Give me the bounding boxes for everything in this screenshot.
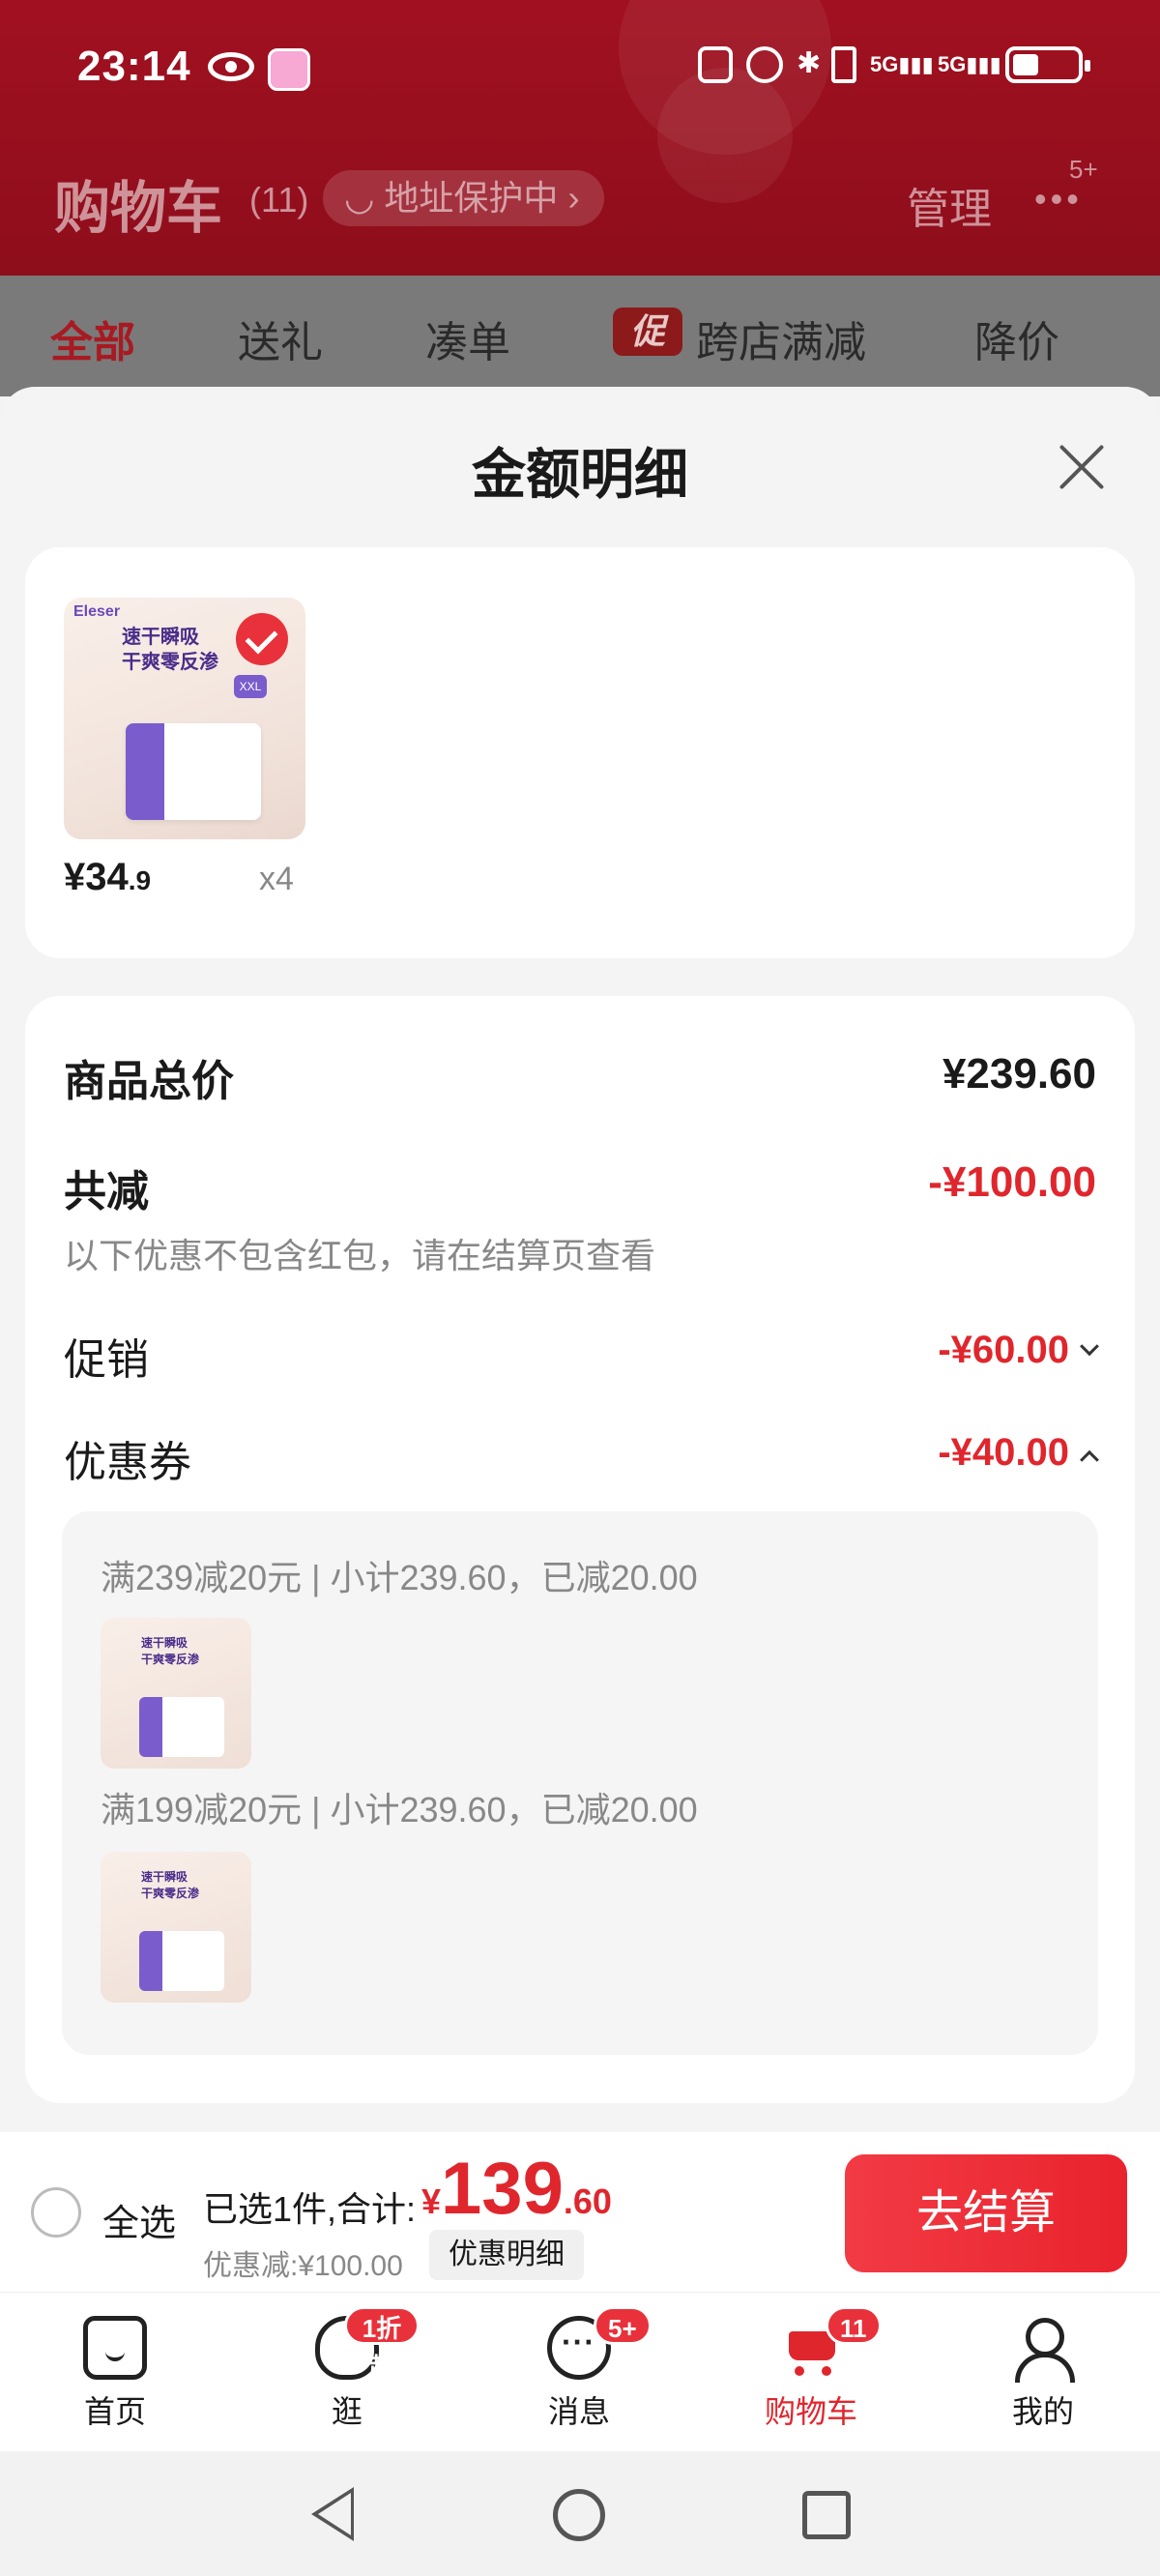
- alarm-icon: [746, 46, 783, 83]
- back-icon[interactable]: [311, 2487, 354, 2541]
- chevron-down-icon: [1080, 1336, 1099, 1357]
- nav-browse[interactable]: 逛 1折起: [275, 2306, 420, 2432]
- total-reduce-value: -¥100.00: [928, 1158, 1096, 1206]
- promo-value: -¥60.00: [938, 1329, 1069, 1371]
- select-all-label[interactable]: 全选: [102, 2193, 176, 2246]
- chevron-right-icon: ›: [567, 178, 580, 218]
- nav-home[interactable]: 首页: [43, 2316, 188, 2432]
- page-title: 购物车: [54, 177, 223, 240]
- product-price: ¥34.9: [64, 856, 152, 898]
- signal-icon: 5G▮▮▮: [938, 52, 1001, 76]
- bluetooth-icon: ✱: [797, 47, 822, 79]
- cart-count: (11): [249, 180, 309, 220]
- promo-tag: 促: [613, 307, 682, 356]
- chevron-up-icon: [1080, 1450, 1099, 1470]
- signal-icon: 5G▮▮▮: [870, 52, 934, 76]
- coupon-value: -¥40.00: [938, 1431, 1069, 1474]
- tab-all[interactable]: 全部: [50, 307, 135, 369]
- close-icon[interactable]: [1056, 441, 1108, 493]
- system-icons: ✱ 5G▮▮▮ 5G▮▮▮: [698, 46, 1090, 83]
- coupon-product-image: 速干瞬吸 干爽零反渗: [101, 1852, 251, 2003]
- vibrate-icon: [831, 46, 856, 83]
- product-image[interactable]: Eleser 速干瞬吸 干爽零反渗 XXL: [64, 598, 305, 839]
- nav-messages[interactable]: 消息 5+: [507, 2306, 652, 2432]
- coupon-label: 优惠券: [64, 1439, 191, 1486]
- sheet-title: 金额明细: [472, 444, 688, 505]
- tab-price-drop[interactable]: 降价: [974, 307, 1059, 369]
- message-badge: 5+: [594, 2306, 652, 2345]
- coupon-product-image: 速干瞬吸 干爽零反渗: [101, 1618, 251, 1769]
- selected-summary: 已选1件,合计:: [203, 2189, 417, 2229]
- app-notification-icon: [268, 48, 310, 91]
- goods-total-value: ¥239.60: [942, 1050, 1096, 1098]
- tab-cross-store[interactable]: 促跨店满减: [613, 307, 866, 369]
- recent-apps-icon[interactable]: [802, 2491, 851, 2539]
- eye-icon: [208, 52, 254, 81]
- status-time: 23:14: [77, 43, 191, 90]
- total-price: ¥139.60: [421, 2148, 612, 2230]
- product-package: [126, 723, 261, 820]
- profile-icon: [1011, 2316, 1075, 2383]
- cart-badge: 11: [826, 2306, 882, 2345]
- checkout-button[interactable]: 去结算: [845, 2154, 1127, 2272]
- browse-badge: 1折起: [344, 2306, 420, 2382]
- check-icon: [236, 613, 288, 665]
- goods-total-label: 商品总价: [64, 1058, 234, 1105]
- more-icon[interactable]: •••: [1034, 182, 1102, 217]
- reduce-note: 以下优惠不包含红包，请在结算页查看: [64, 1236, 656, 1275]
- product-brand: Eleser: [73, 603, 121, 620]
- nfc-icon: [698, 46, 733, 83]
- home-icon: [83, 2316, 147, 2380]
- status-bar: 23:14 ✱ 5G▮▮▮ 5G▮▮▮: [0, 0, 1160, 145]
- tab-gift[interactable]: 送礼: [238, 307, 323, 369]
- battery-icon: [1005, 46, 1090, 83]
- tab-bundle[interactable]: 凑单: [425, 307, 510, 369]
- nav-cart[interactable]: 购物车 11: [739, 2306, 884, 2432]
- address-protect-pill[interactable]: ◡ 地址保护中 ›: [323, 170, 605, 226]
- product-quantity: x4: [259, 861, 294, 897]
- total-reduce-label: 共减: [64, 1168, 149, 1215]
- product-size-tag: XXL: [234, 675, 267, 698]
- home-button-icon[interactable]: [553, 2489, 605, 2541]
- promo-label: 促销: [64, 1336, 149, 1384]
- nav-profile[interactable]: 我的: [971, 2316, 1116, 2432]
- smile-icon: ◡: [344, 178, 375, 218]
- coupon-line: 满239减20元 | 小计239.60，已减20.00: [101, 1558, 698, 1597]
- select-all-radio[interactable]: [31, 2187, 81, 2238]
- manage-button[interactable]: 管理: [907, 174, 992, 236]
- coupon-row[interactable]: -¥40.00: [938, 1431, 1099, 1475]
- address-protect-label: 地址保护中: [384, 178, 559, 218]
- discount-detail-button[interactable]: 优惠明细: [429, 2230, 584, 2280]
- promo-row[interactable]: -¥60.00: [938, 1329, 1099, 1372]
- coupon-line: 满199减20元 | 小计239.60，已减20.00: [101, 1790, 698, 1830]
- discount-summary: 优惠减:¥100.00: [203, 2250, 403, 2282]
- product-slogan: 速干瞬吸 干爽零反渗: [122, 627, 218, 673]
